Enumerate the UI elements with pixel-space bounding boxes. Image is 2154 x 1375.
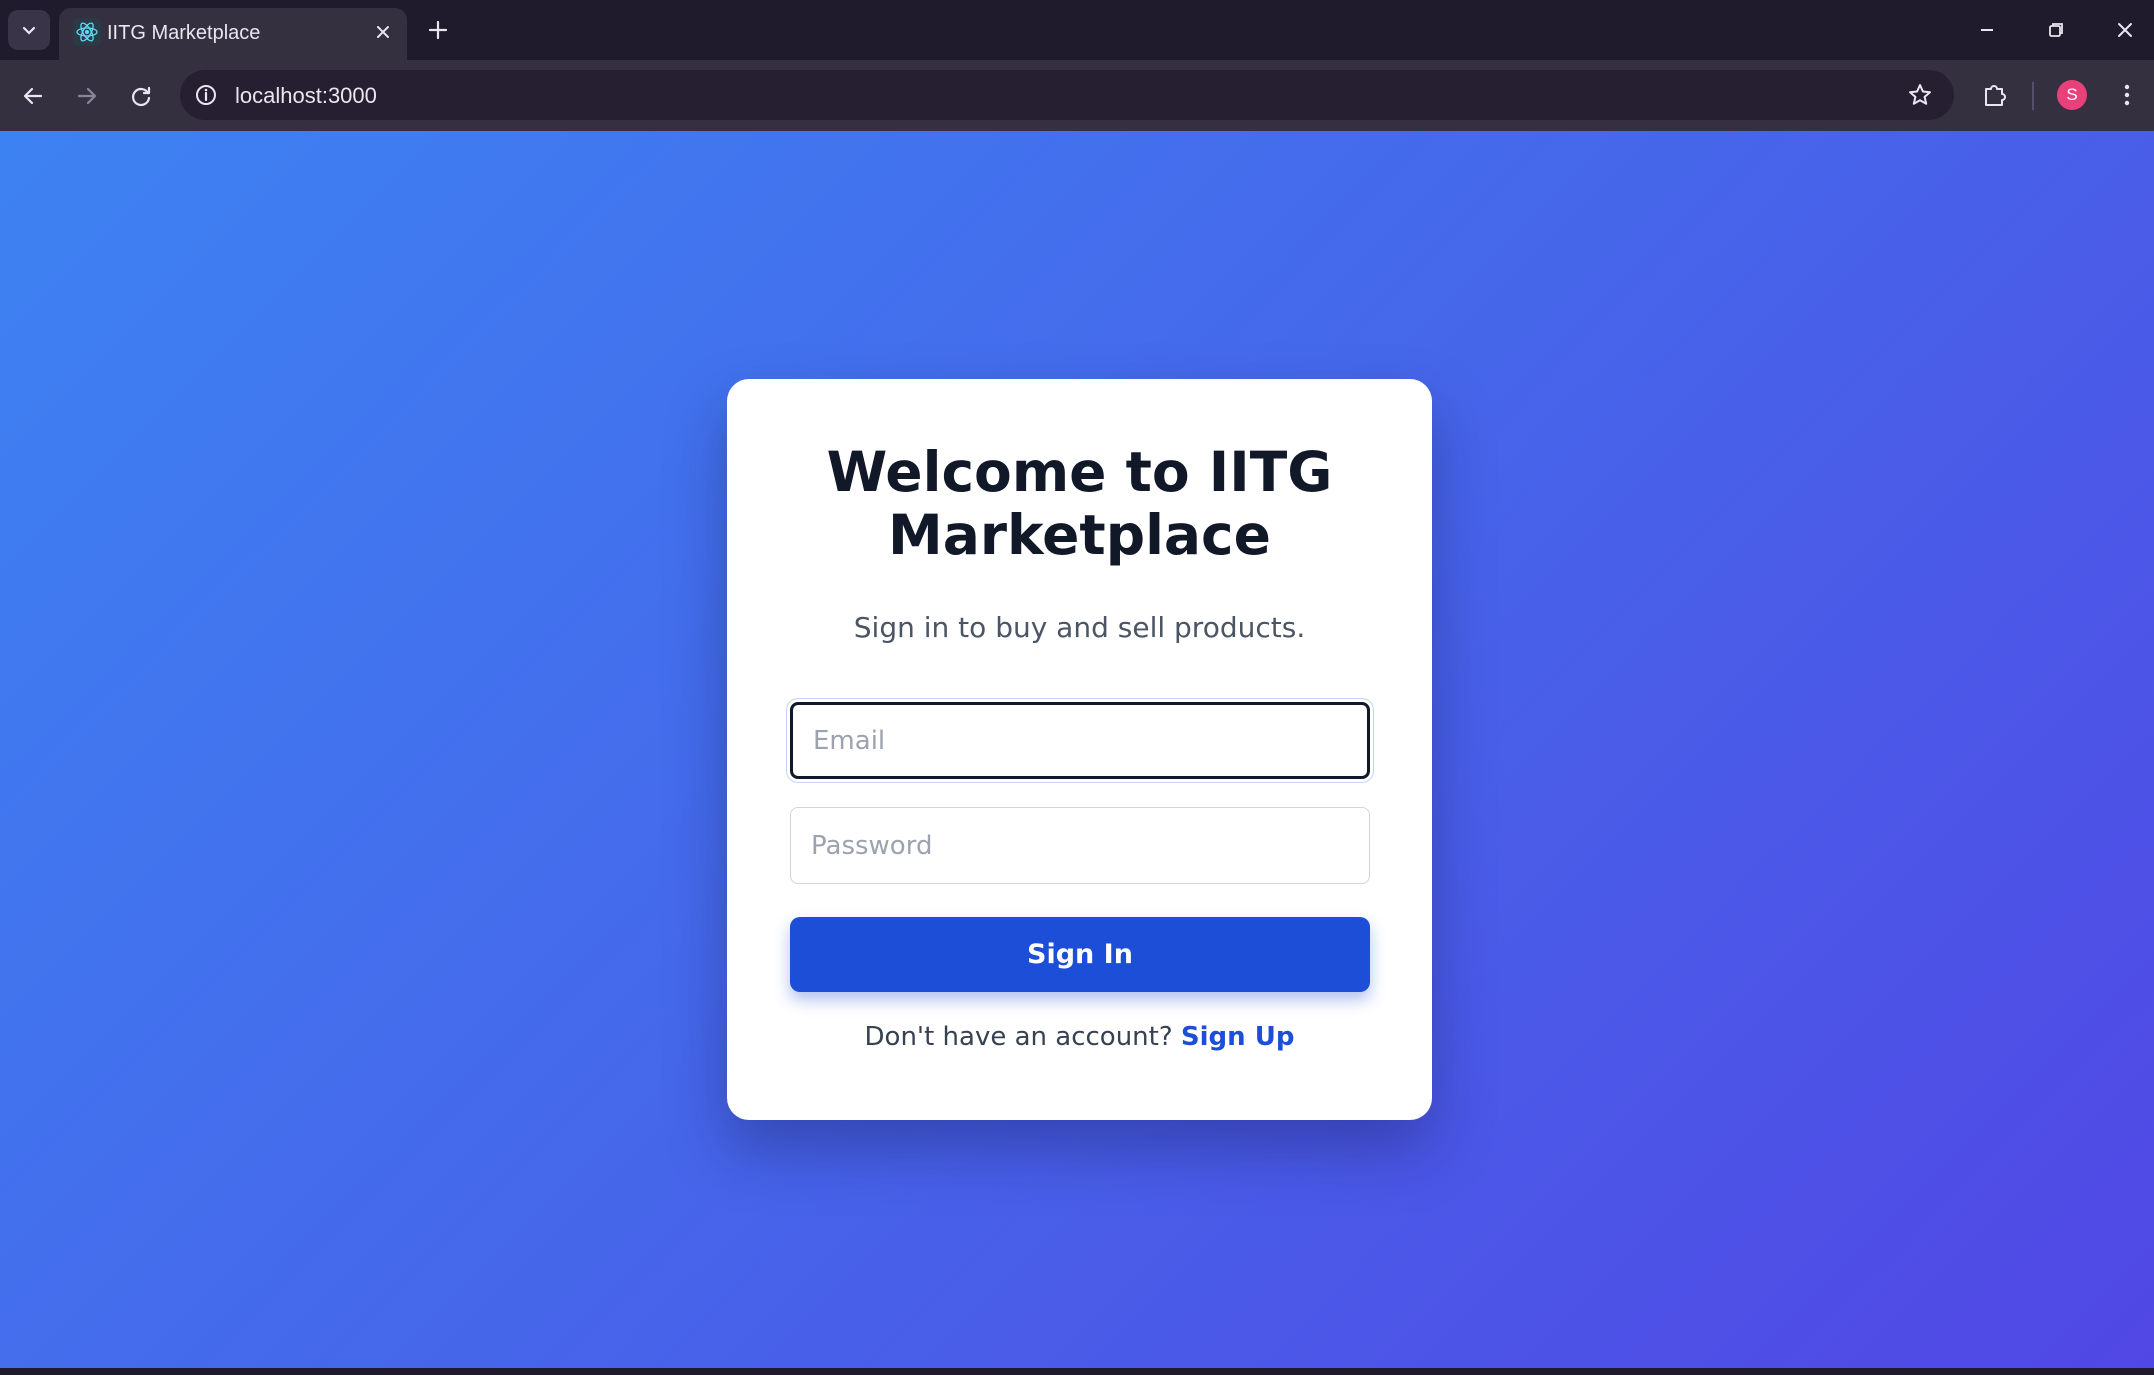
puzzle-icon[interactable]	[1980, 80, 2010, 110]
toolbar-divider	[2032, 82, 2034, 110]
email-field[interactable]	[790, 702, 1370, 779]
chevron-down-icon	[22, 26, 36, 35]
signup-prompt-line: Don't have an account? Sign Up	[727, 1022, 1432, 1052]
profile-avatar[interactable]: S	[2057, 80, 2087, 110]
react-icon	[73, 18, 101, 46]
tab-title: IITG Marketplace	[107, 22, 261, 44]
address-bar[interactable]: localhost:3000	[180, 70, 1954, 120]
signup-prompt-text: Don't have an account?	[864, 1022, 1181, 1052]
minimize-icon[interactable]	[1975, 18, 1999, 42]
url-text[interactable]: localhost:3000	[235, 83, 377, 109]
page-title: Welcome to IITG Marketplace	[826, 440, 1333, 567]
browser-toolbar: localhost:3000 S	[0, 60, 2154, 131]
restore-icon[interactable]	[2044, 18, 2068, 42]
close-window-icon[interactable]	[2113, 18, 2137, 42]
page-viewport: Welcome to IITG Marketplace Sign in to b…	[0, 131, 2154, 1368]
browser-tab[interactable]: IITG Marketplace	[59, 8, 407, 60]
info-icon[interactable]	[192, 81, 220, 109]
taskbar-edge	[0, 1368, 2154, 1375]
forward-arrow-icon[interactable]	[73, 82, 101, 110]
tab-list-button[interactable]	[8, 10, 50, 50]
login-card: Welcome to IITG Marketplace Sign in to b…	[727, 379, 1432, 1120]
back-arrow-icon[interactable]	[19, 82, 47, 110]
star-icon[interactable]	[1906, 81, 1934, 109]
close-icon[interactable]	[373, 22, 393, 42]
kebab-menu-icon[interactable]	[2112, 80, 2142, 110]
plus-icon[interactable]	[426, 18, 450, 42]
reload-icon[interactable]	[127, 82, 155, 110]
browser-tabstrip: IITG Marketplace	[0, 0, 2154, 60]
password-field[interactable]	[790, 807, 1370, 884]
sign-in-button[interactable]: Sign In	[790, 917, 1370, 992]
sign-up-link[interactable]: Sign Up	[1181, 1022, 1295, 1052]
page-subtitle: Sign in to buy and sell products.	[853, 611, 1306, 644]
